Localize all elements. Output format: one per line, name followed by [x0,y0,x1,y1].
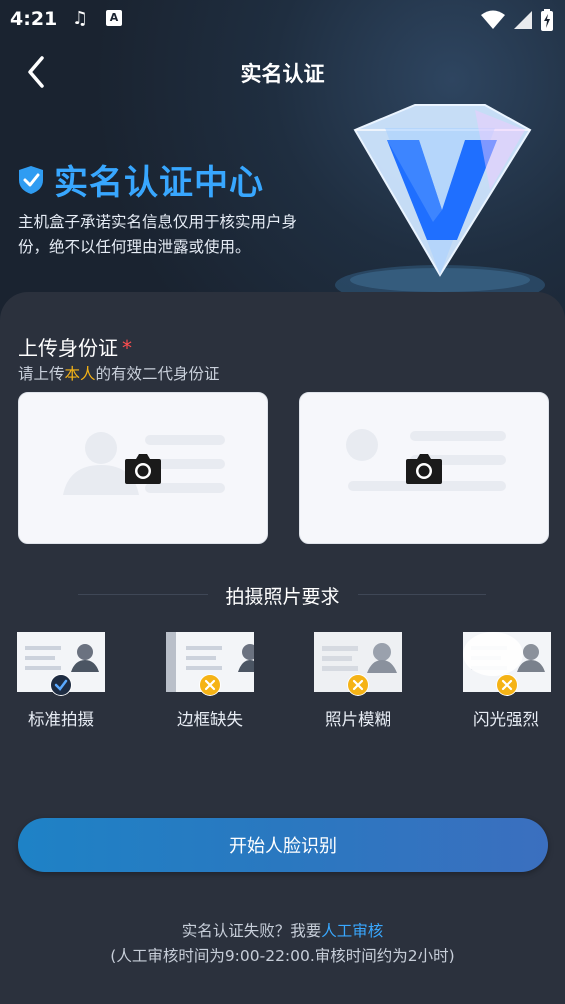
wifi-icon [481,10,505,29]
warning-badge-icon [199,674,221,696]
shield-check-icon [19,165,43,194]
camera-icon [125,454,161,484]
hero-heading: 实名认证中心 [18,155,264,204]
fail-text: 实名认证失败？我要 [181,922,322,940]
upload-title-text: 上传身份证 [18,336,118,360]
status-bar: 4:21 ♫ A [0,0,565,38]
music-note-icon: ♫ [72,8,89,29]
sample-label-border-missing: 边框缺失 [177,710,243,729]
review-hours-note: (人工审核时间为9:00-22:00.审核时间约为2小时) [110,947,455,965]
check-badge-icon [50,674,72,696]
requirements-title: 拍摄照片要求 [225,586,340,608]
hero-description: 主机盒子承诺实名信息仅用于核实用户身份，绝不以任何理由泄露或使用。 [18,213,298,256]
signal-icon [514,11,532,29]
camera-icon [406,454,442,484]
hero-title: 实名认证中心 [54,163,264,203]
status-time: 4:21 [10,8,58,30]
sample-label-blurry: 照片模糊 [325,710,391,729]
manual-review-link[interactable]: 人工审核 [321,922,383,940]
upload-subtitle-highlight: 本人 [64,365,96,383]
required-mark: * [122,336,132,360]
warning-badge-icon [347,674,369,696]
warning-badge-icon [496,674,518,696]
battery-icon [541,9,553,31]
diamond-v-icon [335,104,545,300]
sample-label-glare: 闪光强烈 [473,710,539,729]
start-face-recognition-button[interactable]: 开始人脸识别 [18,818,548,872]
sample-blurry [314,632,402,696]
upload-subtitle-suffix: 的有效二代身份证 [95,365,220,383]
upload-title: 上传身份证 * [18,332,132,361]
upload-subtitle: 请上传本人的有效二代身份证 [18,362,220,384]
a-icon: A [106,10,122,26]
sample-standard [17,632,105,696]
page-title: 实名认证 [240,62,325,86]
sample-label-standard: 标准拍摄 [28,710,94,729]
sample-border-missing [166,632,258,696]
upload-subtitle-prefix: 请上传 [18,365,65,383]
manual-review-prompt: 实名认证失败？我要人工审核 [0,919,565,941]
id-card-back-upload[interactable] [299,392,549,544]
sample-glare [463,632,551,696]
id-card-front-upload[interactable] [18,392,268,544]
